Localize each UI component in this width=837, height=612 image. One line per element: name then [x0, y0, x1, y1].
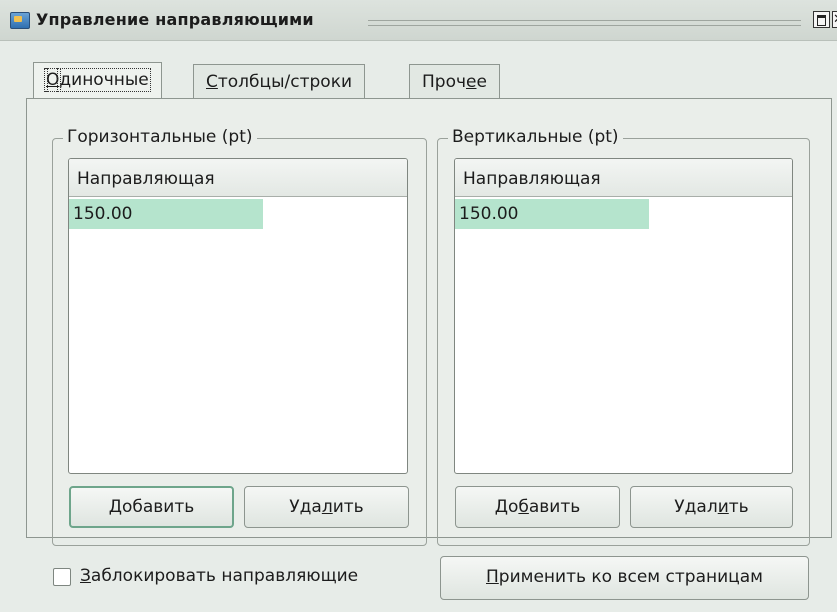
horizontal-list-header[interactable]: Направляющая	[69, 159, 407, 197]
vertical-group-title: Вертикальные (pt)	[448, 127, 623, 147]
vertical-remove-button[interactable]: Удалить	[630, 486, 793, 528]
lock-guides-label[interactable]: Заблокировать направляющие	[80, 566, 358, 586]
window-title: Управление направляющими	[36, 10, 314, 29]
close-icon[interactable]: ✕	[832, 11, 837, 28]
tab-single[interactable]: Одиночные	[33, 62, 162, 98]
vertical-list-header[interactable]: Направляющая	[455, 159, 792, 197]
horizontal-list-item[interactable]: 150.00	[69, 199, 263, 229]
tab-other[interactable]: Прочее	[409, 64, 500, 98]
horizontal-group-title: Горизонтальные (pt)	[63, 127, 257, 147]
maximize-icon[interactable]	[813, 11, 830, 28]
horizontal-remove-button[interactable]: Удалить	[244, 486, 409, 528]
tab-columns-rows[interactable]: Столбцы/строки	[193, 64, 366, 98]
vertical-guides-list[interactable]: Направляющая 150.00	[454, 158, 793, 474]
horizontal-add-button[interactable]: Добавить	[69, 486, 234, 528]
app-icon	[10, 12, 30, 29]
apply-to-all-pages-button[interactable]: Применить ко всем страницам	[440, 556, 809, 600]
horizontal-guides-list[interactable]: Направляющая 150.00	[68, 158, 408, 474]
lock-guides-checkbox[interactable]	[53, 568, 71, 586]
title-bar-grip	[368, 20, 801, 26]
tab-single-label: Одиночные	[43, 68, 151, 92]
vertical-list-item[interactable]: 150.00	[455, 199, 649, 229]
title-bar: Управление направляющими ✕	[0, 0, 837, 41]
vertical-add-button[interactable]: Добавить	[455, 486, 620, 528]
tab-columns-rows-label: Столбцы/строки	[206, 72, 353, 92]
tab-other-label: Прочее	[422, 72, 487, 92]
